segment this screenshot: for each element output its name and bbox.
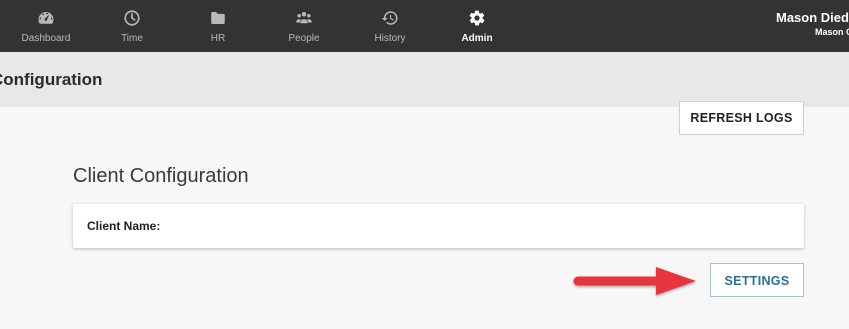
nav-label-people: People [288, 33, 320, 44]
nav-item-time[interactable]: Time [92, 0, 172, 52]
user-name[interactable]: Mason Died [776, 10, 849, 25]
section-title-client-configuration: Client Configuration [73, 165, 249, 187]
client-name-label: Client Name: [87, 219, 161, 233]
app-window: Dashboard Time HR People History Admin M… [0, 0, 849, 329]
nav-item-dashboard[interactable]: Dashboard [6, 0, 86, 52]
dashboard-gauge-icon [37, 9, 55, 27]
nav-label-hr: HR [210, 33, 226, 44]
clock-icon [123, 9, 141, 27]
page-title: Configuration [0, 70, 103, 89]
folder-icon [209, 9, 227, 27]
nav-item-people[interactable]: People [264, 0, 344, 52]
settings-button[interactable]: SETTINGS [710, 263, 804, 297]
top-navigation-bar: Dashboard Time HR People History Admin M… [0, 0, 849, 52]
annotation-arrow-icon [573, 267, 696, 295]
history-icon [381, 9, 399, 27]
refresh-logs-button[interactable]: REFRESH LOGS [679, 101, 804, 135]
nav-item-hr[interactable]: HR [178, 0, 258, 52]
nav-item-history[interactable]: History [350, 0, 430, 52]
client-configuration-card: Client Name: [73, 204, 804, 248]
nav-label-dashboard: Dashboard [21, 33, 71, 44]
nav-label-time: Time [121, 33, 143, 44]
user-subtitle: Mason C [815, 27, 849, 37]
people-group-icon [295, 9, 313, 27]
nav-item-admin[interactable]: Admin [437, 0, 517, 52]
nav-label-history: History [374, 33, 406, 44]
gear-icon [468, 9, 486, 27]
page-header: Configuration [0, 52, 849, 107]
nav-label-admin: Admin [461, 33, 493, 44]
